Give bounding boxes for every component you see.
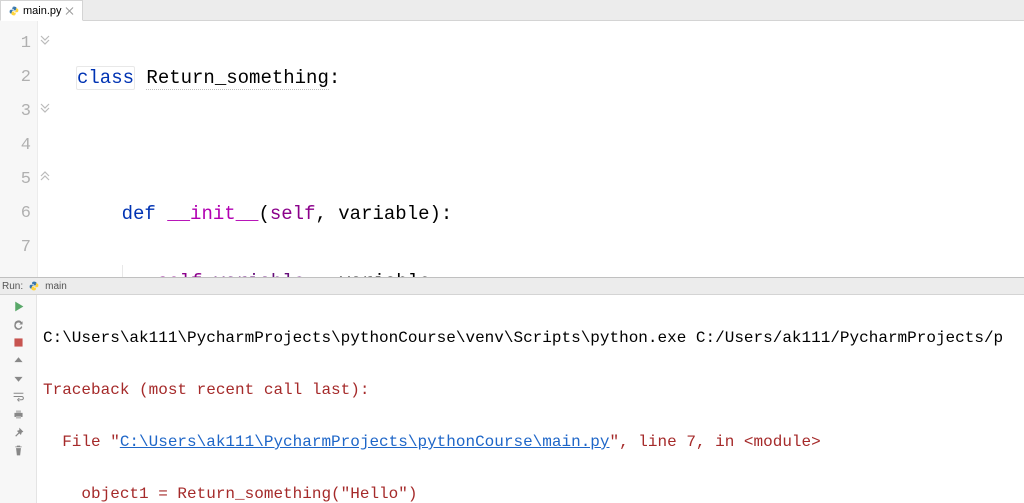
code-line xyxy=(76,129,1024,163)
trash-button[interactable] xyxy=(3,442,33,458)
line-number: 5 xyxy=(0,163,31,197)
scroll-up-button[interactable] xyxy=(3,352,33,368)
console-line: object1 = Return_something("Hello") xyxy=(43,481,1024,503)
console-line: C:\Users\ak111\PycharmProjects\pythonCou… xyxy=(43,325,1024,351)
code-area[interactable]: class Return_something: def __init__(sel… xyxy=(72,21,1024,277)
code-line: class Return_something: xyxy=(76,61,1024,95)
fold-end-icon[interactable] xyxy=(40,170,50,182)
run-label: Run: xyxy=(2,281,23,292)
stacktrace-link[interactable]: C:\Users\ak111\PycharmProjects\pythonCou… xyxy=(120,433,610,451)
run-button[interactable] xyxy=(3,298,33,314)
line-number: 2 xyxy=(0,61,31,95)
console-line: File "C:\Users\ak111\PycharmProjects\pyt… xyxy=(43,429,1024,455)
fold-marker-icon[interactable] xyxy=(40,102,50,114)
close-icon[interactable] xyxy=(66,7,74,15)
code-editor[interactable]: 1 2 3 4 5 6 7 class Return_something: de… xyxy=(0,21,1024,278)
line-number: 4 xyxy=(0,129,31,163)
line-number: 7 xyxy=(0,231,31,265)
stop-button[interactable] xyxy=(3,334,33,350)
line-number: 1 xyxy=(0,27,31,61)
python-run-icon xyxy=(29,281,39,291)
line-number: 3 xyxy=(0,95,31,129)
tab-label: main.py xyxy=(23,5,62,17)
tab-main-py[interactable]: main.py xyxy=(0,0,83,21)
run-toolwindow-header: Run: main xyxy=(0,278,1024,295)
rerun-button[interactable] xyxy=(3,316,33,332)
pin-button[interactable] xyxy=(3,424,33,440)
console-output[interactable]: C:\Users\ak111\PycharmProjects\pythonCou… xyxy=(37,295,1024,503)
console-line: Traceback (most recent call last): xyxy=(43,377,1024,403)
line-number: 6 xyxy=(0,197,31,231)
code-line: def __init__(self, variable): xyxy=(76,197,1024,231)
fold-column xyxy=(38,21,72,277)
python-file-icon xyxy=(9,6,19,16)
print-button[interactable] xyxy=(3,406,33,422)
run-sidebar xyxy=(0,295,37,503)
fold-marker-icon[interactable] xyxy=(40,34,50,46)
run-toolwindow: C:\Users\ak111\PycharmProjects\pythonCou… xyxy=(0,295,1024,503)
run-config-name: main xyxy=(45,281,67,292)
scroll-down-button[interactable] xyxy=(3,370,33,386)
editor-tab-bar: main.py xyxy=(0,0,1024,21)
line-number-gutter: 1 2 3 4 5 6 7 xyxy=(0,21,38,277)
code-line: self.variable = variable xyxy=(76,265,1024,277)
soft-wrap-button[interactable] xyxy=(3,388,33,404)
